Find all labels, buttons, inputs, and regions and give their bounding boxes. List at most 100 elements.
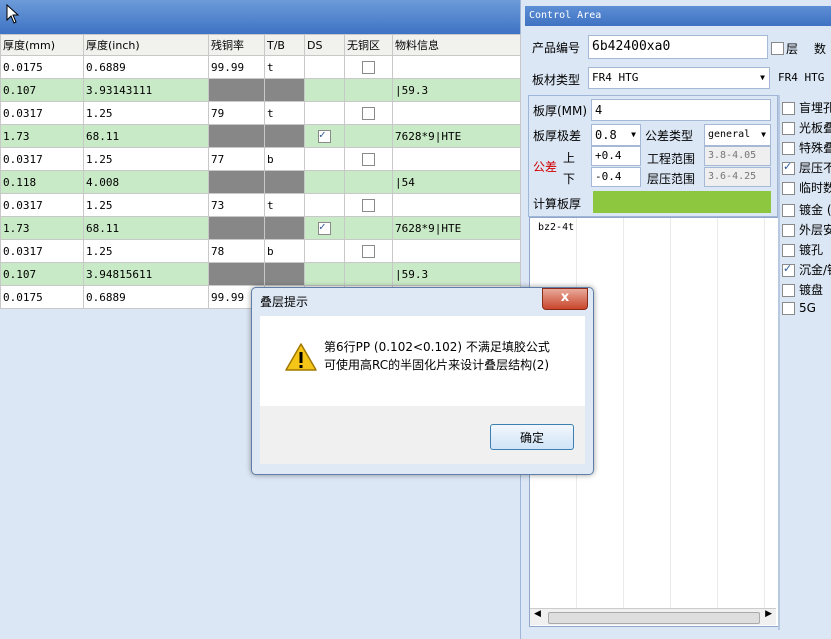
side-option-checkbox[interactable] bbox=[782, 122, 795, 135]
cell-ds[interactable] bbox=[304, 55, 345, 79]
cell-thickness-mm[interactable]: 0.107 bbox=[0, 78, 84, 102]
cell-material[interactable]: |54 bbox=[392, 170, 521, 194]
cell-thickness-inch[interactable]: 0.6889 bbox=[83, 285, 209, 309]
table-row[interactable]: 0.0175 0.6889 99.99 t bbox=[0, 55, 521, 79]
cell-ds[interactable] bbox=[304, 78, 345, 102]
cell-tb[interactable] bbox=[264, 78, 305, 102]
cell-thickness-inch[interactable]: 1.25 bbox=[83, 147, 209, 171]
table-row[interactable]: 0.0317 1.25 79 t bbox=[0, 101, 521, 125]
side-option-checkbox[interactable] bbox=[782, 244, 795, 257]
cell-tb[interactable] bbox=[264, 124, 305, 148]
close-button[interactable]: x bbox=[542, 288, 588, 310]
side-option-checkbox[interactable] bbox=[782, 142, 795, 155]
cell-material[interactable] bbox=[392, 239, 521, 263]
col-header-material[interactable]: 物料信息 bbox=[392, 34, 521, 56]
cell-tb[interactable]: t bbox=[264, 193, 305, 217]
cell-ds[interactable] bbox=[304, 262, 345, 286]
cell-ds[interactable] bbox=[304, 124, 345, 148]
cell-no-copper[interactable] bbox=[344, 216, 393, 240]
cell-tb[interactable]: t bbox=[264, 101, 305, 125]
cell-thickness-mm[interactable]: 0.0317 bbox=[0, 193, 84, 217]
side-option[interactable]: 5G bbox=[782, 301, 816, 315]
cell-thickness-inch[interactable]: 3.93143111 bbox=[83, 78, 209, 102]
cell-thickness-mm[interactable]: 0.0175 bbox=[0, 285, 84, 309]
side-option-checkbox[interactable] bbox=[782, 182, 795, 195]
product-code-input[interactable]: 6b42400xa0 bbox=[588, 35, 768, 59]
cell-thickness-mm[interactable]: 0.107 bbox=[0, 262, 84, 286]
cell-copper-ratio[interactable]: 99.99 bbox=[208, 55, 265, 79]
side-option[interactable]: 镀孔 bbox=[782, 241, 823, 258]
cell-ds[interactable] bbox=[304, 216, 345, 240]
cell-no-copper[interactable] bbox=[344, 101, 393, 125]
table-row[interactable]: 1.7368.11 7628*9|HTE bbox=[0, 216, 521, 240]
no-copper-checkbox[interactable] bbox=[362, 244, 375, 258]
cell-no-copper[interactable] bbox=[344, 193, 393, 217]
cell-material[interactable]: |59.3 bbox=[392, 262, 521, 286]
cell-thickness-mm[interactable]: 0.0175 bbox=[0, 55, 84, 79]
cell-no-copper[interactable] bbox=[344, 170, 393, 194]
cell-material[interactable]: |59.3 bbox=[392, 78, 521, 102]
side-option-checkbox[interactable] bbox=[782, 262, 795, 277]
no-copper-checkbox[interactable] bbox=[362, 198, 375, 212]
cell-copper-ratio[interactable] bbox=[208, 216, 265, 240]
col-header-copper-ratio[interactable]: 残铜率 bbox=[208, 34, 265, 56]
cell-ds[interactable] bbox=[304, 170, 345, 194]
cell-thickness-mm[interactable]: 1.73 bbox=[0, 216, 84, 240]
col-header-ds[interactable]: DS bbox=[304, 34, 345, 56]
col-header-no-copper[interactable]: 无铜区 bbox=[344, 34, 393, 56]
side-option[interactable]: 沉金/银 bbox=[782, 261, 831, 278]
cell-ds[interactable] bbox=[304, 147, 345, 171]
cell-tb[interactable]: b bbox=[264, 147, 305, 171]
table-row[interactable]: 0.107 3.93143111 |59.3 bbox=[0, 78, 521, 102]
cell-ds[interactable] bbox=[304, 239, 345, 263]
cell-no-copper[interactable] bbox=[344, 147, 393, 171]
cell-thickness-inch[interactable]: 3.94815611 bbox=[83, 262, 209, 286]
cell-copper-ratio[interactable] bbox=[208, 262, 265, 286]
col-header-thickness-inch[interactable]: 厚度(inch) bbox=[83, 34, 209, 56]
cell-tb[interactable]: t bbox=[264, 55, 305, 79]
scrollbar-thumb[interactable] bbox=[548, 612, 760, 624]
cell-thickness-inch[interactable]: 68.11 bbox=[83, 124, 209, 148]
side-option[interactable]: 光板叠 bbox=[782, 119, 831, 136]
cell-no-copper[interactable] bbox=[344, 124, 393, 148]
board-type-select[interactable]: FR4 HTG ▼ bbox=[588, 67, 770, 89]
side-option-checkbox[interactable] bbox=[782, 284, 795, 297]
cell-material[interactable] bbox=[392, 147, 521, 171]
cell-tb[interactable] bbox=[264, 170, 305, 194]
cell-no-copper[interactable] bbox=[344, 262, 393, 286]
cell-thickness-inch[interactable]: 0.6889 bbox=[83, 55, 209, 79]
cell-thickness-inch[interactable]: 1.25 bbox=[83, 193, 209, 217]
layer-checkbox[interactable] bbox=[771, 42, 784, 55]
cell-thickness-inch[interactable]: 1.25 bbox=[83, 239, 209, 263]
table-row[interactable]: 0.107 3.94815611 |59.3 bbox=[0, 262, 521, 286]
ds-checkbox[interactable] bbox=[318, 220, 331, 235]
no-copper-checkbox[interactable] bbox=[362, 106, 375, 120]
side-option[interactable]: 特殊叠 bbox=[782, 139, 831, 156]
cell-thickness-mm[interactable]: 0.0317 bbox=[0, 239, 84, 263]
cell-material[interactable] bbox=[392, 101, 521, 125]
side-option-checkbox[interactable] bbox=[782, 160, 795, 175]
cell-copper-ratio[interactable]: 79 bbox=[208, 101, 265, 125]
side-option[interactable]: 盲埋孔 bbox=[782, 99, 831, 116]
cell-thickness-mm[interactable]: 0.118 bbox=[0, 170, 84, 194]
thickness-tol-select[interactable]: 0.8 ▼ bbox=[591, 124, 641, 146]
side-option-checkbox[interactable] bbox=[782, 204, 795, 217]
thickness-input[interactable]: 4 bbox=[591, 99, 771, 121]
table-row[interactable]: 0.118 4.008 |54 bbox=[0, 170, 521, 194]
side-option[interactable]: 外层安 bbox=[782, 221, 831, 238]
table-row[interactable]: 0.0317 1.25 78 b bbox=[0, 239, 521, 263]
cell-thickness-inch[interactable]: 68.11 bbox=[83, 216, 209, 240]
side-option-checkbox[interactable] bbox=[782, 102, 795, 115]
ds-checkbox[interactable] bbox=[318, 128, 331, 143]
col-header-thickness-mm[interactable]: 厚度(mm) bbox=[0, 34, 84, 56]
side-option-checkbox[interactable] bbox=[782, 302, 795, 315]
cell-thickness-inch[interactable]: 4.008 bbox=[83, 170, 209, 194]
cell-copper-ratio[interactable]: 77 bbox=[208, 147, 265, 171]
side-option[interactable]: 镀盘 bbox=[782, 281, 823, 298]
col-header-tb[interactable]: T/B bbox=[264, 34, 305, 56]
scroll-right-icon[interactable]: ▶ bbox=[765, 609, 772, 619]
cell-thickness-inch[interactable]: 1.25 bbox=[83, 101, 209, 125]
cell-copper-ratio[interactable] bbox=[208, 124, 265, 148]
list-item[interactable]: bz2-4t bbox=[538, 222, 574, 233]
tol-type-select[interactable]: general ▼ bbox=[704, 124, 771, 146]
